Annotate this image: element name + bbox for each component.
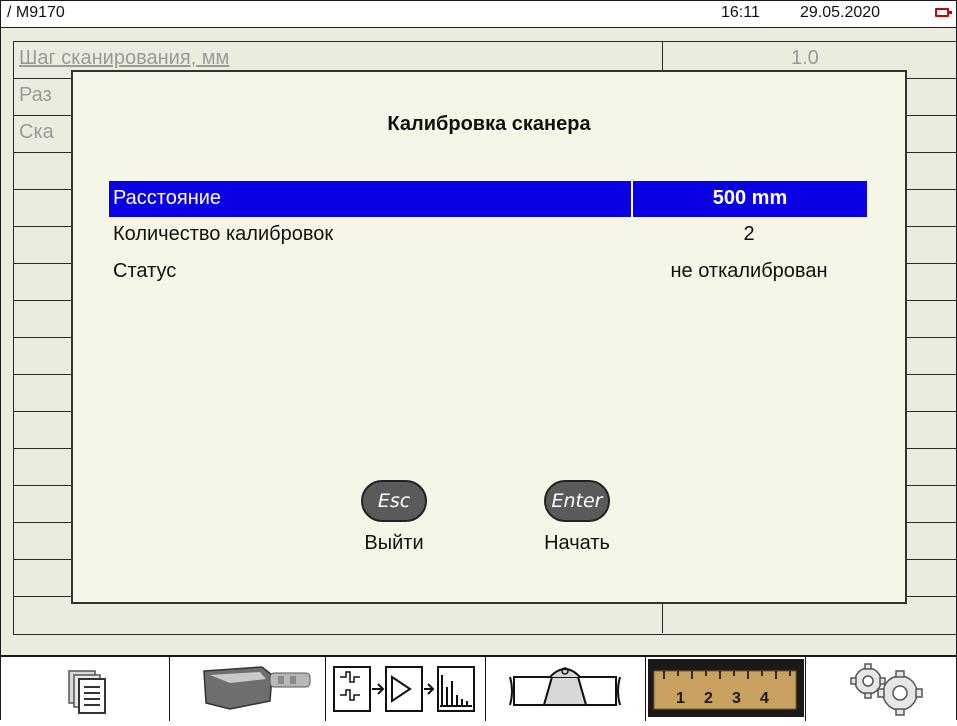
start-label: Начать <box>544 532 610 554</box>
enter-key-button[interactable]: Enter <box>544 480 610 522</box>
documents-button[interactable] <box>1 657 169 721</box>
battery-icon <box>935 8 952 17</box>
clock-date: 29.05.2020 <box>800 4 881 21</box>
clock-time: 16:11 <box>721 4 760 21</box>
weld-icon <box>509 667 621 706</box>
scanner-calibration-dialog: Калибровка сканера Расстояние 500 mm Кол… <box>71 70 907 604</box>
svg-text:1: 1 <box>676 690 685 707</box>
weld-button[interactable] <box>485 657 645 721</box>
signal-processing-icon <box>333 666 475 712</box>
svg-text:2: 2 <box>704 690 713 707</box>
app-frame: / M9170 16:11 29.05.2020 Шаг сканировани… <box>0 0 957 721</box>
esc-key-button[interactable]: Esc <box>361 480 427 522</box>
probe-icon <box>203 666 311 710</box>
param-value: 2 <box>743 223 755 245</box>
bottom-toolbar: 1 2 3 4 <box>1 655 956 721</box>
svg-text:3: 3 <box>732 690 741 707</box>
settings-gears-icon <box>850 663 923 716</box>
device-title: / M9170 <box>7 4 65 21</box>
svg-text:4: 4 <box>760 690 769 707</box>
dialog-title: Калибровка сканера <box>387 113 591 135</box>
signal-processing-button[interactable] <box>325 657 485 721</box>
table-border <box>13 634 957 635</box>
param-row-distance[interactable]: Расстояние 500 mm <box>109 181 867 217</box>
param-row-calibration-count[interactable]: Количество калибровок 2 <box>109 217 867 253</box>
exit-label: Выйти <box>364 532 424 554</box>
settings-button[interactable] <box>805 657 956 721</box>
param-label: Статус <box>113 260 177 282</box>
documents-icon <box>68 670 106 714</box>
ruler-calibration-button[interactable]: 1 2 3 4 <box>645 657 805 721</box>
param-label: Количество калибровок <box>113 223 334 245</box>
param-label: Расстояние <box>113 187 222 209</box>
ruler-icon: 1 2 3 4 <box>648 659 804 717</box>
param-value[interactable]: 500 mm <box>631 181 867 217</box>
probe-button[interactable] <box>169 657 325 721</box>
param-value: не откалиброван <box>670 260 828 282</box>
status-bar: / M9170 16:11 29.05.2020 <box>1 1 956 28</box>
param-row-status[interactable]: Статус не откалиброван <box>109 254 867 290</box>
